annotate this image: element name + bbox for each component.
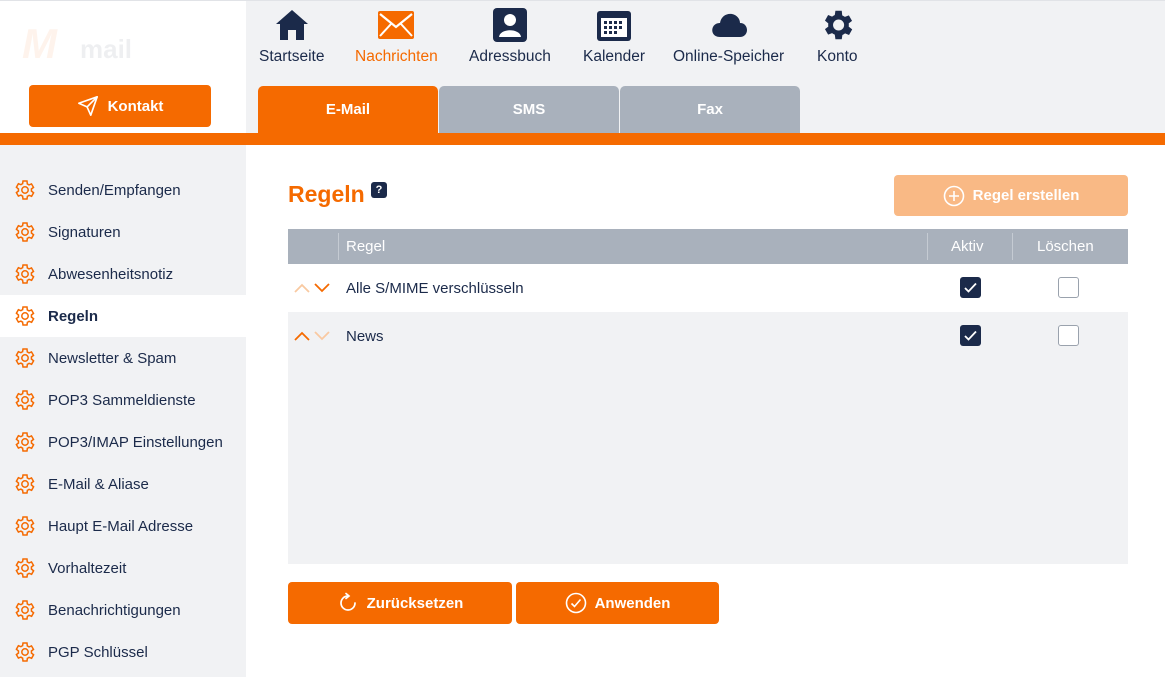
- check-circle-icon: [565, 592, 587, 614]
- column-divider: [927, 233, 928, 260]
- sidebar-item-label: Signaturen: [48, 223, 121, 241]
- sidebar-item-label: E-Mail & Aliase: [48, 475, 149, 493]
- logo-text: mail: [80, 34, 133, 64]
- active-checkbox[interactable]: [960, 277, 981, 298]
- table-row: News: [288, 312, 1128, 360]
- sidebar-item[interactable]: Senden/Empfangen: [0, 169, 246, 211]
- tab-fax[interactable]: Fax: [620, 86, 800, 133]
- table-header: Regel Aktiv Löschen: [288, 229, 1128, 264]
- gear-icon: [12, 430, 36, 454]
- nav-nachrichten[interactable]: Nachrichten: [355, 6, 438, 66]
- gear-icon: [12, 514, 36, 538]
- paper-plane-icon: [77, 95, 99, 117]
- reset-button[interactable]: Zurücksetzen: [288, 582, 512, 624]
- nav-label: Online-Speicher: [673, 48, 785, 65]
- sidebar-item[interactable]: Vorhaltezeit: [0, 547, 246, 589]
- envelope-icon: [377, 6, 415, 44]
- contact-button[interactable]: Kontakt: [29, 85, 211, 127]
- create-rule-label: Regel erstellen: [972, 187, 1080, 204]
- nav-adressbuch[interactable]: Adressbuch: [469, 6, 551, 66]
- column-divider: [338, 233, 339, 260]
- reorder-controls: [294, 264, 330, 312]
- nav-label: Adressbuch: [469, 48, 551, 65]
- reorder-controls: [294, 312, 330, 360]
- sidebar-item-label: Newsletter & Spam: [48, 349, 177, 367]
- logo-mark: M: [22, 20, 57, 67]
- sidebar-item-label: POP3/IMAP Einstellungen: [48, 433, 223, 451]
- tab-underline-bar: [0, 133, 1165, 145]
- sidebar-item-label: POP3 Sammeldienste: [48, 391, 196, 409]
- nav-label: Startseite: [259, 48, 325, 65]
- home-icon: [274, 6, 310, 44]
- gear-icon: [12, 556, 36, 580]
- gear-icon: [12, 640, 36, 664]
- cloud-icon: [710, 6, 748, 44]
- gear-icon: [12, 304, 36, 328]
- move-down-icon[interactable]: [314, 331, 330, 341]
- sidebar-item[interactable]: Benachrichtigungen: [0, 589, 246, 631]
- tab-sms[interactable]: SMS: [439, 86, 619, 133]
- rule-name: Alle S/MIME verschlüsseln: [346, 279, 524, 297]
- gear-icon: [12, 178, 36, 202]
- sidebar-item-label: Benachrichtigungen: [48, 601, 181, 619]
- sidebar-item[interactable]: Abwesenheitsnotiz: [0, 253, 246, 295]
- gear-icon: [12, 472, 36, 496]
- apply-button[interactable]: Anwenden: [516, 582, 719, 624]
- sidebar-item-label: Regeln: [48, 307, 99, 325]
- nav-online-speicher[interactable]: Online-Speicher: [673, 6, 784, 66]
- logo[interactable]: M mail: [22, 14, 202, 67]
- column-header-rule: Regel: [346, 238, 386, 255]
- contact-book-icon: [492, 6, 528, 44]
- nav-konto[interactable]: Konto: [817, 6, 858, 66]
- brand-area: M mail Kontakt: [0, 0, 246, 134]
- column-divider: [1012, 233, 1013, 260]
- sidebar-item-label: Abwesenheitsnotiz: [48, 265, 174, 283]
- gear-icon: [12, 262, 36, 286]
- sidebar-item[interactable]: Regeln: [0, 295, 246, 337]
- gear-icon: [12, 346, 36, 370]
- rules-table: Regel Aktiv Löschen Alle S/MIME verschlü…: [288, 229, 1128, 564]
- move-up-icon[interactable]: [294, 331, 310, 341]
- sidebar-item-label: Haupt E-Mail Adresse: [48, 517, 194, 535]
- sidebar-item[interactable]: POP3/IMAP Einstellungen: [0, 421, 246, 463]
- sidebar-item-label: PGP Schlüssel: [48, 643, 148, 661]
- active-checkbox[interactable]: [960, 325, 981, 346]
- help-icon[interactable]: ?: [371, 182, 387, 198]
- delete-checkbox[interactable]: [1058, 277, 1079, 298]
- calendar-icon: [596, 6, 632, 44]
- nav-label: Konto: [817, 48, 858, 65]
- gear-icon: [818, 6, 856, 44]
- move-down-icon[interactable]: [314, 283, 330, 293]
- page-title: Regeln: [288, 181, 365, 207]
- sidebar-item[interactable]: POP3 Sammeldienste: [0, 379, 246, 421]
- sidebar-item-label: Senden/Empfangen: [48, 181, 181, 199]
- gear-icon: [12, 388, 36, 412]
- top-border: [0, 0, 1165, 1]
- nav-label: Kalender: [583, 48, 646, 65]
- sidebar-item-label: Vorhaltezeit: [48, 559, 127, 577]
- sidebar-item[interactable]: E-Mail & Aliase: [0, 463, 246, 505]
- rule-name: News: [346, 327, 384, 345]
- nav-label: Nachrichten: [355, 48, 438, 65]
- apply-button-label: Anwenden: [594, 594, 671, 612]
- column-header-active: Aktiv: [951, 238, 984, 255]
- create-rule-button[interactable]: Regel erstellen: [894, 175, 1128, 216]
- sidebar-item[interactable]: Haupt E-Mail Adresse: [0, 505, 246, 547]
- reset-button-label: Zurücksetzen: [366, 594, 464, 612]
- sidebar-item[interactable]: Signaturen: [0, 211, 246, 253]
- contact-button-label: Kontakt: [107, 97, 164, 115]
- tab-email[interactable]: E-Mail: [258, 86, 438, 133]
- sidebar-item[interactable]: Newsletter & Spam: [0, 337, 246, 379]
- move-up-icon[interactable]: [294, 283, 310, 293]
- gear-icon: [12, 220, 36, 244]
- column-header-delete: Löschen: [1037, 238, 1094, 255]
- nav-startseite[interactable]: Startseite: [259, 6, 324, 66]
- sidebar-item[interactable]: PGP Schlüssel: [0, 631, 246, 673]
- gear-icon: [12, 598, 36, 622]
- plus-circle-icon: [943, 185, 965, 207]
- table-row: Alle S/MIME verschlüsseln: [288, 264, 1128, 312]
- refresh-icon: [337, 592, 359, 614]
- nav-kalender[interactable]: Kalender: [583, 6, 645, 66]
- delete-checkbox[interactable]: [1058, 325, 1079, 346]
